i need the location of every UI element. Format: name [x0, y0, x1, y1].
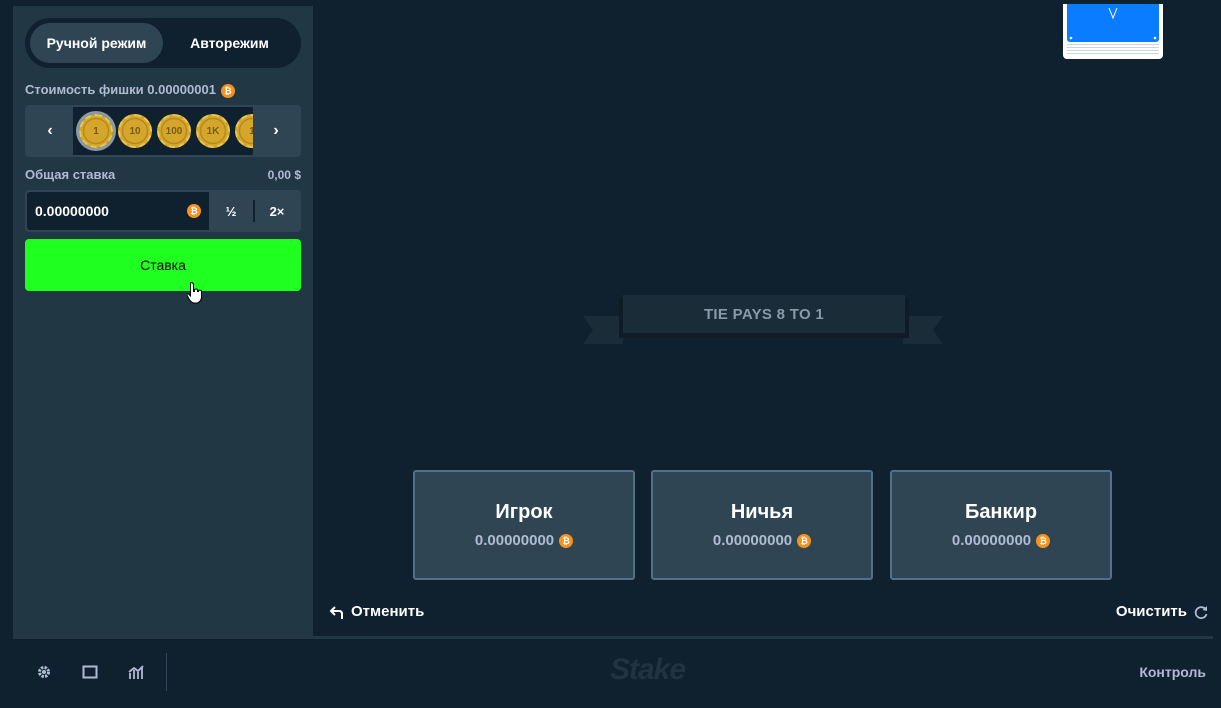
manual-mode-tab[interactable]: Ручной режим	[30, 23, 163, 63]
chip-value-row: Стоимость фишки 0.00000001 ₿	[25, 82, 301, 98]
footer-divider	[166, 653, 167, 691]
refresh-icon	[1194, 605, 1208, 619]
bitcoin-icon: ₿	[187, 204, 201, 218]
bitcoin-icon: ₿	[1036, 533, 1051, 548]
chip-next-partial[interactable]: 1	[235, 114, 253, 148]
clear-button[interactable]: Очистить	[1116, 603, 1209, 620]
chip-prev-button[interactable]: ‹	[27, 107, 73, 155]
card-pattern-icon	[1069, 7, 1157, 40]
undo-label: Отменить	[351, 603, 425, 620]
game-area: TIE PAYS 8 TO 1 Игрок 0.00000000 ₿ Ничья …	[313, 4, 1213, 636]
settings-gear-icon[interactable]	[35, 663, 53, 681]
bet-amount-field[interactable]: 0.00000000 ₿	[27, 192, 209, 230]
chip-value-label: Стоимость фишки 0.00000001 ₿	[25, 82, 235, 98]
tie-bet-area[interactable]: Ничья 0.00000000 ₿	[651, 470, 873, 580]
tie-banner: TIE PAYS 8 TO 1	[583, 292, 943, 352]
double-bet-button[interactable]: 2×	[255, 192, 299, 230]
bet-sidebar: Ручной режим Авторежим Стоимость фишки 0…	[13, 6, 313, 636]
player-amount: 0.00000000 ₿	[475, 532, 574, 549]
bet-amount-value: 0.00000000	[35, 203, 109, 219]
chip-1[interactable]: 1	[79, 114, 113, 148]
card-edges	[1067, 44, 1159, 56]
bitcoin-icon: ₿	[797, 533, 812, 548]
chip-100[interactable]: 100	[157, 114, 191, 148]
chip-10[interactable]: 10	[118, 114, 152, 148]
total-bet-row: Общая ставка 0,00 $	[25, 167, 301, 182]
undo-button[interactable]: Отменить	[329, 603, 424, 620]
half-bet-button[interactable]: ½	[209, 192, 253, 230]
card-back	[1067, 4, 1159, 42]
mode-toggle: Ручной режим Авторежим	[25, 18, 301, 68]
banker-amount: 0.00000000 ₿	[952, 532, 1051, 549]
chip-1k[interactable]: 1K	[196, 114, 230, 148]
banker-title: Банкир	[964, 501, 1038, 523]
theatre-mode-icon[interactable]	[81, 663, 99, 681]
clear-label: Очистить	[1115, 603, 1187, 620]
bitcoin-icon: ₿	[220, 83, 235, 98]
footer-bar: Stake Контроль	[13, 636, 1213, 702]
total-bet-label: Общая ставка	[25, 167, 116, 182]
bitcoin-icon: ₿	[559, 533, 574, 548]
hand-cursor-icon	[187, 282, 202, 304]
auto-mode-tab[interactable]: Авторежим	[163, 23, 296, 63]
bet-amount-input: 0.00000000 ₿ ½ 2×	[25, 190, 301, 232]
total-bet-usd: 0,00 $	[267, 167, 301, 182]
player-title: Игрок	[495, 501, 553, 523]
chip-next-button[interactable]: ›	[253, 107, 299, 155]
undo-icon	[329, 605, 343, 619]
tie-pays-text: TIE PAYS 8 TO 1	[623, 295, 905, 333]
tie-amount: 0.00000000 ₿	[713, 532, 812, 549]
control-link[interactable]: Контроль	[1139, 664, 1206, 680]
bet-button[interactable]: Ставка	[25, 239, 301, 291]
stats-chart-icon[interactable]	[127, 663, 145, 681]
chip-track: 1 10 100 1K 1	[73, 107, 253, 155]
banker-bet-area[interactable]: Банкир 0.00000000 ₿	[890, 470, 1112, 580]
stake-logo: Stake	[610, 653, 686, 686]
tie-title: Ничья	[730, 501, 794, 523]
chip-selector: ‹ 1 10 100 1K 1 ›	[25, 105, 301, 157]
card-deck	[1063, 4, 1163, 59]
player-bet-area[interactable]: Игрок 0.00000000 ₿	[413, 470, 635, 580]
